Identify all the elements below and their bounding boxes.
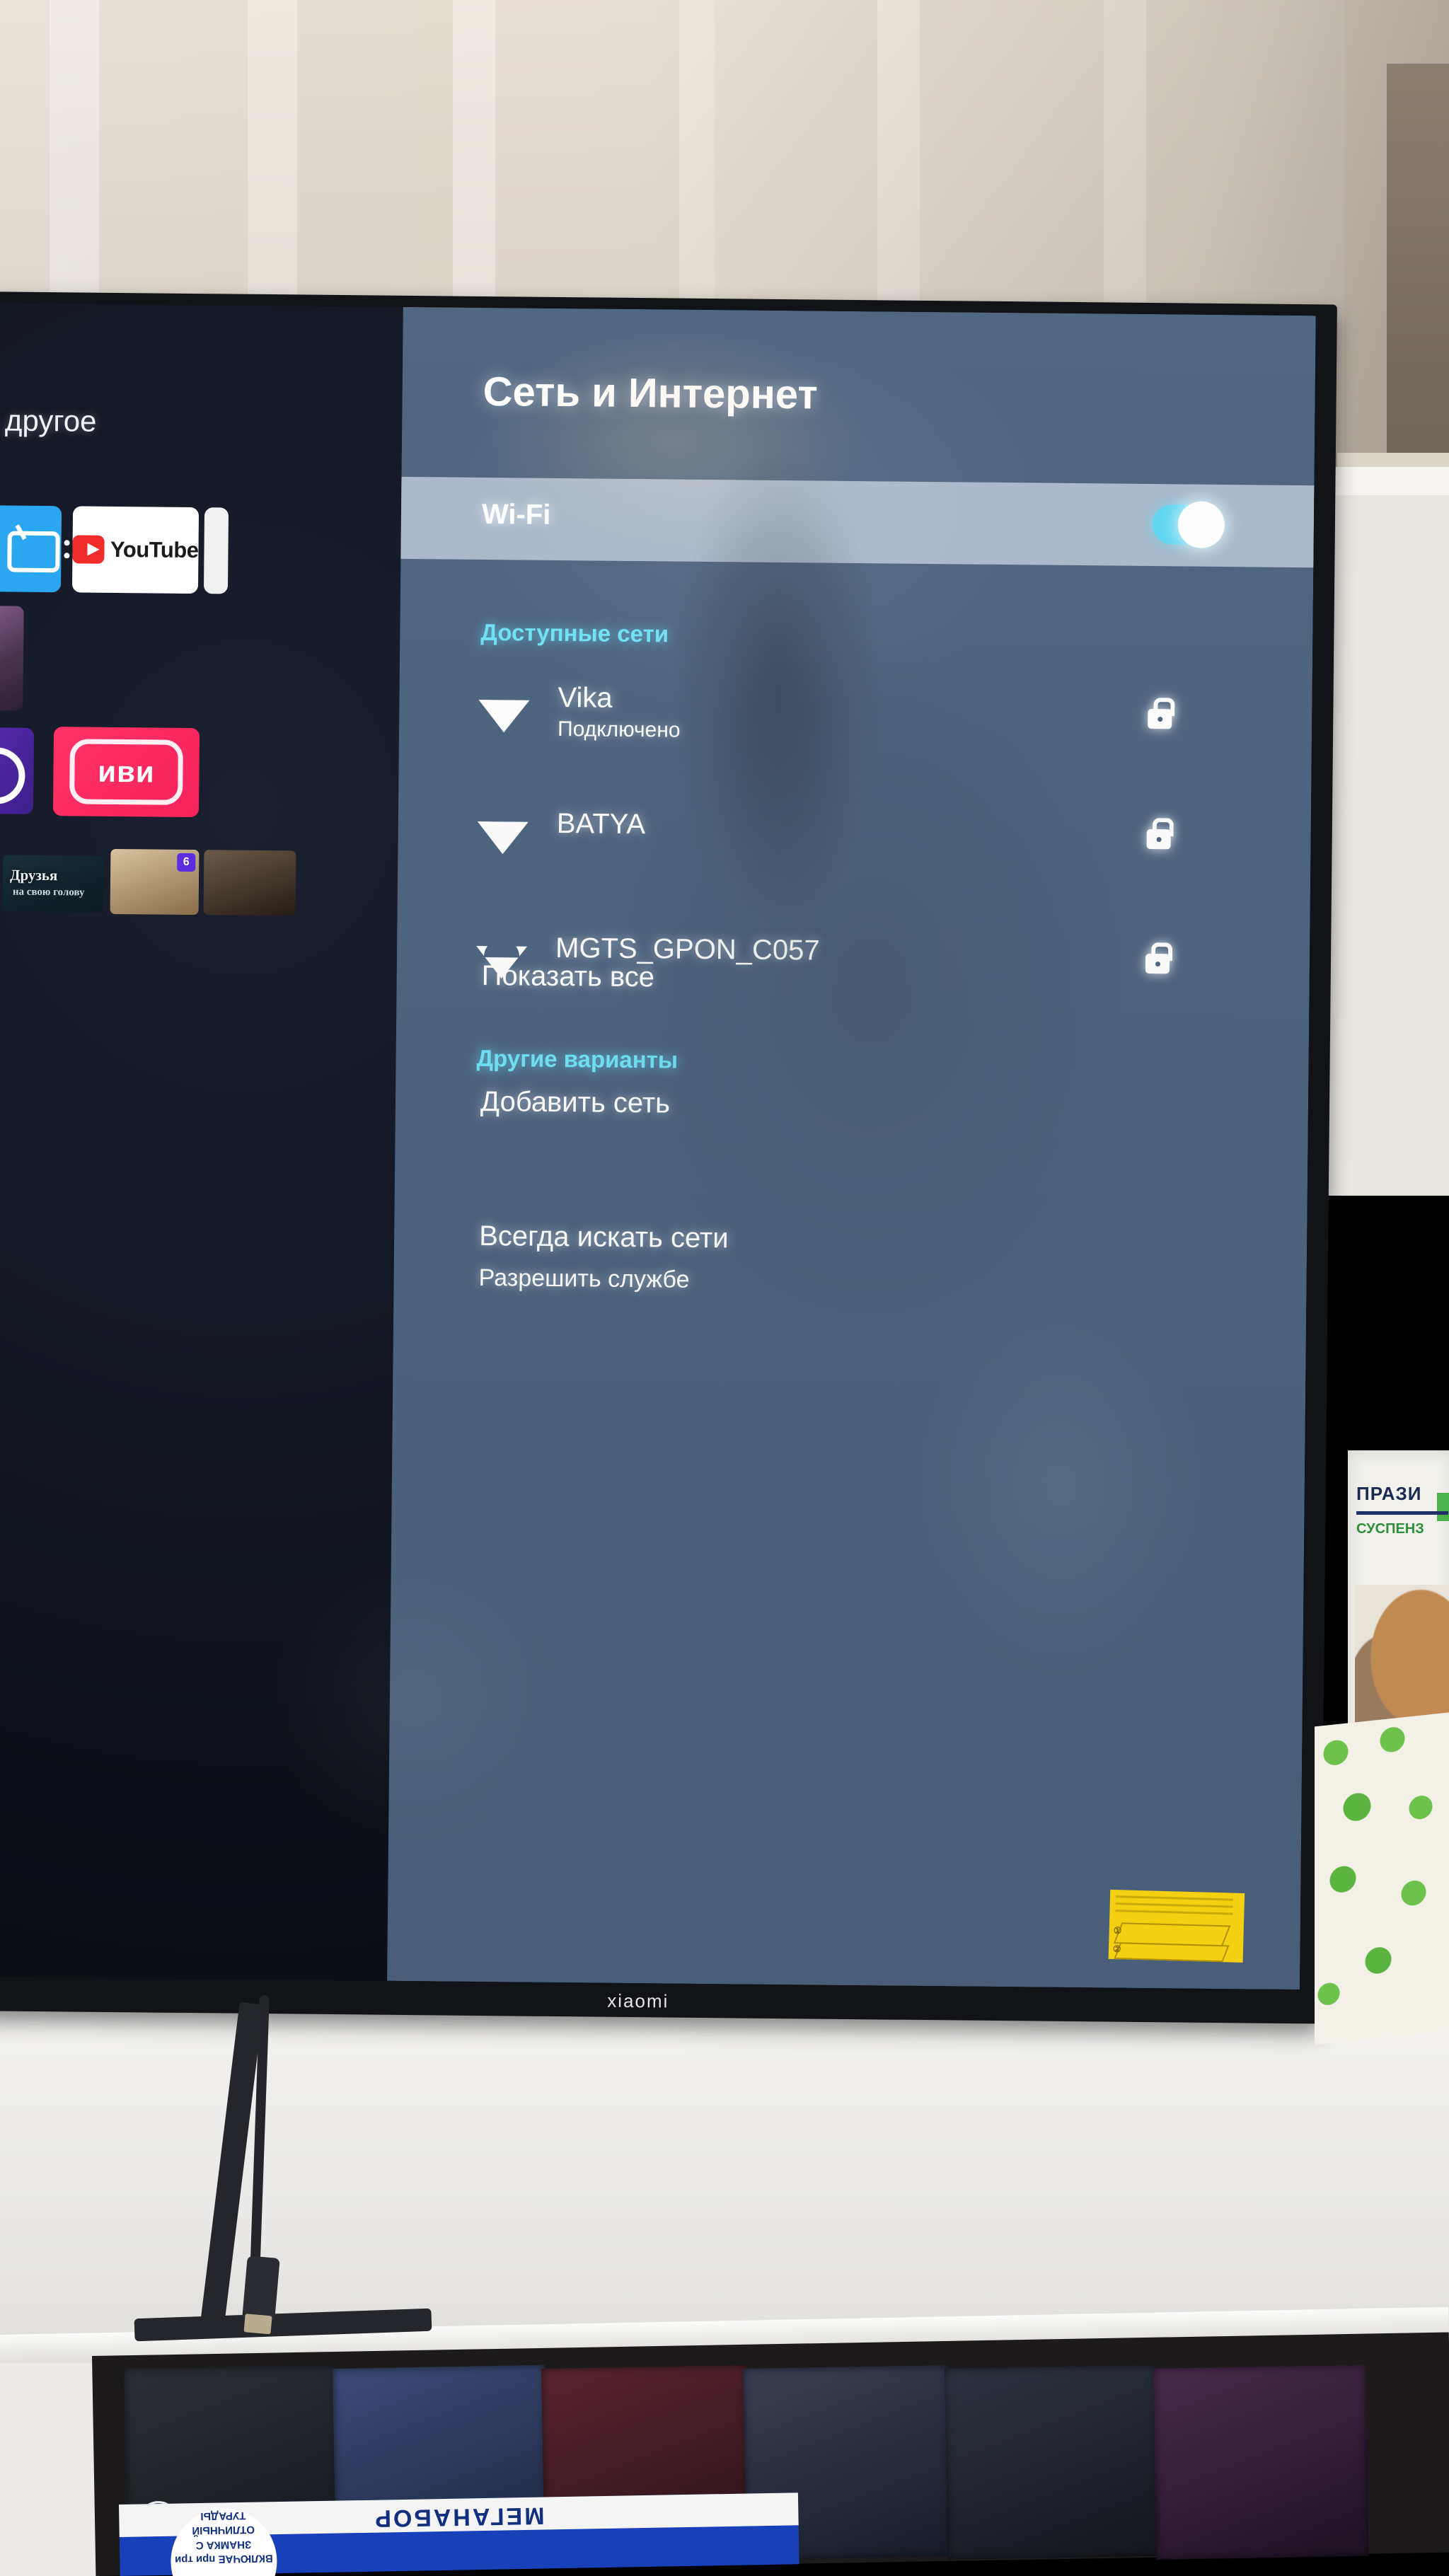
table-left-panel — [0, 2363, 99, 2576]
tv-icon — [7, 531, 60, 573]
app-tile-partial[interactable] — [203, 507, 229, 594]
app-tile-youtube[interactable]: YouTube — [71, 506, 200, 594]
content-tile-movie[interactable]: IE IES — [0, 605, 24, 711]
network-settings-panel: Сеть и Интернет Wi-Fi Доступные сети Vik… — [387, 306, 1316, 1990]
tv-stand-foot — [134, 2308, 432, 2342]
content-thumbnail[interactable] — [203, 850, 296, 916]
right-shelf-unit — [1317, 467, 1449, 1196]
circle-icon — [0, 746, 25, 804]
promo-banner-seal: ВКЛЮЧАЕ при три ЗНАМКА С ОТЛИЧНЫЙ ТУРАДЫ — [170, 2507, 278, 2576]
tv-screen: гое другое YouTube IE IES — [0, 303, 1316, 1990]
medicine-box-accent — [1437, 1493, 1449, 1521]
content-thumbnail[interactable]: 6 — [110, 848, 200, 916]
content-thumbnail-subtitle: на свою голову — [12, 886, 85, 899]
room-photo-scene: ОДИН ИЗ НАС Horizon ZERO DAWN COMPLETE E… — [0, 0, 1449, 2576]
youtube-icon — [72, 535, 105, 564]
wall-corner-niche — [1387, 64, 1449, 474]
app-tile-purple[interactable] — [0, 727, 35, 814]
app-tile-ivi[interactable]: иви — [52, 727, 200, 818]
game-case — [945, 2364, 1160, 2560]
content-thumbnail[interactable]: Друзья на свою голову — [2, 855, 104, 913]
right-shelf-top — [1317, 467, 1449, 495]
tv-brand-label: xiaomi — [607, 1989, 669, 2012]
hdmi-connector — [242, 2256, 280, 2321]
medicine-box-form: СУСПЕНЗ — [1356, 1521, 1424, 1537]
panel-glass-shading — [387, 306, 1316, 1990]
app-tile-tv[interactable] — [0, 504, 62, 593]
age-badge: 6 — [177, 853, 196, 872]
content-thumbnail-title: Друзья — [9, 866, 58, 884]
medicine-box-brand: ПРАЗИ — [1356, 1483, 1422, 1504]
game-case — [1153, 2364, 1369, 2560]
promo-banner-seal-text: ВКЛЮЧАЕ при три ЗНАМКА С ОТЛИЧНЫЙ ТУРАДЫ — [174, 2509, 273, 2566]
warning-sticker: ①② — [1108, 1889, 1245, 1963]
medicine-box-rule — [1356, 1511, 1448, 1515]
home-row-label: гое другое — [0, 403, 97, 438]
ivi-logo: иви — [69, 739, 183, 805]
app-tile-youtube-label: YouTube — [110, 536, 199, 563]
tv-stand — [134, 1994, 481, 2370]
app-tile-ivi-label: иви — [98, 754, 155, 789]
avocado-pattern-item — [1315, 1711, 1449, 2045]
promo-banner: МЕГАНАБОР ВКЛЮЧАЕ при три ЗНАМКА С ОТЛИЧ… — [119, 2493, 799, 2576]
television: гое другое YouTube IE IES — [0, 291, 1337, 2073]
